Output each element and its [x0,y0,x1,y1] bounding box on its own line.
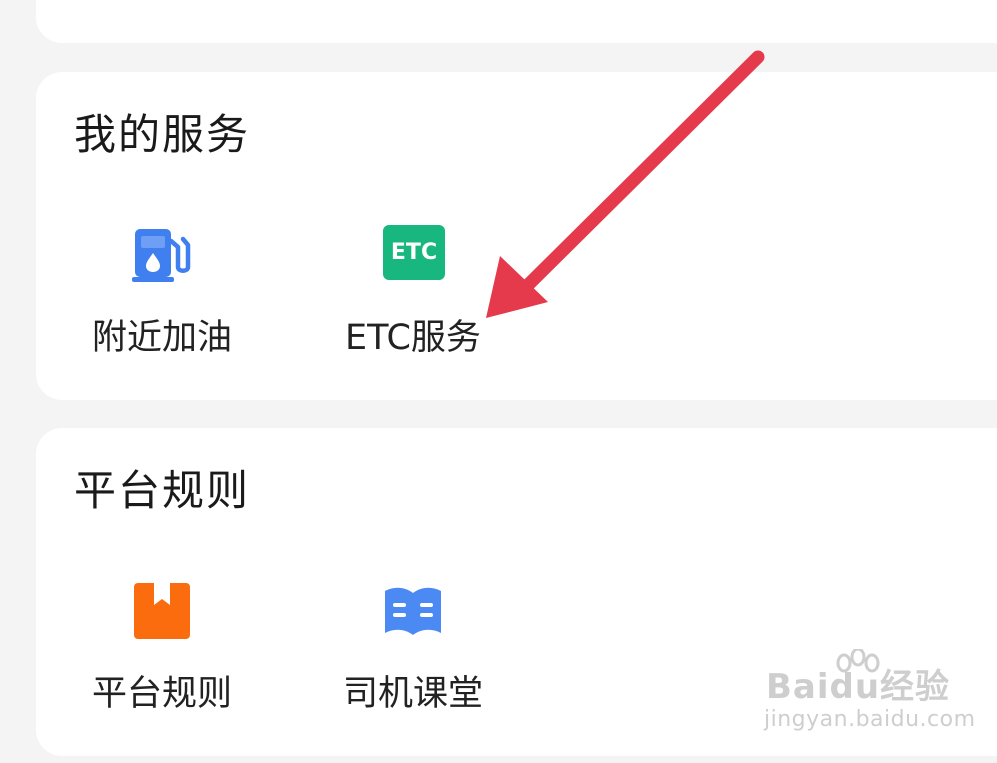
driver-classroom-button[interactable]: 司机课堂 [313,573,513,733]
previous-section-card [36,0,997,43]
etc-service-button[interactable]: ETC ETC服务 [313,217,513,377]
platform-rules-label: 平台规则 [91,674,232,714]
my-services-card: 我的服务 附近加油 ETC ETC服务 [36,72,997,400]
fuel-station-icon [132,229,191,282]
section-title-my-services: 我的服务 [74,110,251,159]
nearby-fuel-button[interactable]: 附近加油 [62,217,262,377]
baidu-jingyan-watermark: Baidu经验 jingyan.baidu.com [760,649,975,745]
platform-rules-button[interactable]: 平台规则 [62,573,262,733]
section-title-platform-rules: 平台规则 [74,466,251,515]
open-book-icon [385,587,441,635]
etc-icon: ETC [383,225,445,285]
driver-classroom-label: 司机课堂 [342,674,483,714]
nearby-fuel-label: 附近加油 [91,318,232,358]
watermark-url: jingyan.baidu.com [764,707,976,732]
etc-service-label: ETC服务 [345,318,481,358]
watermark-brand: Baidu经验 [766,667,951,707]
etc-icon-text: ETC [383,225,445,280]
rulebook-icon [134,583,190,639]
